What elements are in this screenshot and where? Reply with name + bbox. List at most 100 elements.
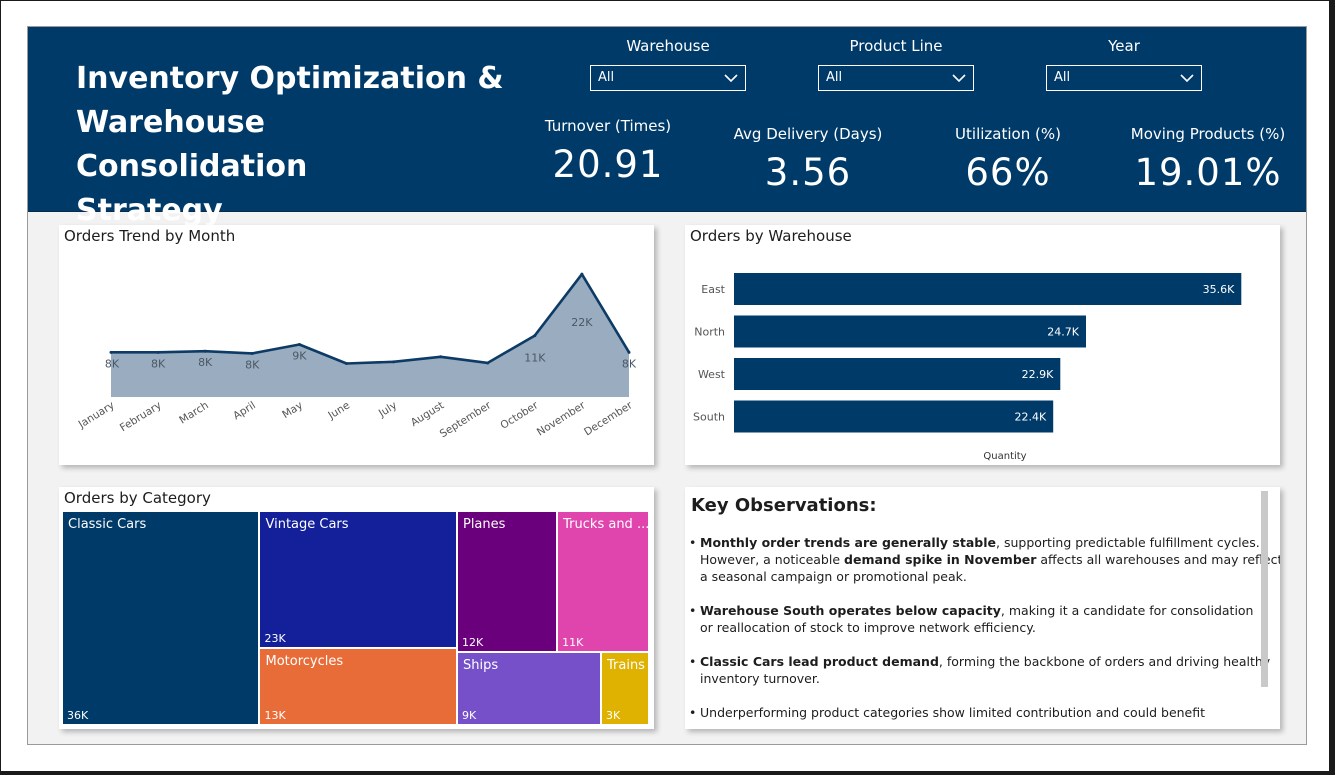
treemap-tile-value: 11K bbox=[562, 635, 584, 649]
trend-point[interactable] bbox=[297, 343, 301, 347]
trend-month-tick: May bbox=[280, 399, 305, 421]
trend-month-tick: February bbox=[118, 399, 164, 434]
treemap-tile[interactable]: Vintage Cars 23K bbox=[260, 512, 456, 647]
treemap-tile-value: 3K bbox=[605, 708, 621, 722]
trend-data-label: 8K bbox=[198, 356, 213, 369]
observation-line: Classic Cars lead product demand, formin… bbox=[700, 654, 1271, 669]
warehouse-bar[interactable] bbox=[734, 358, 1061, 390]
trend-area bbox=[111, 274, 629, 397]
warehouse-bar-label: 22.4K bbox=[1014, 411, 1046, 424]
kpi-utilization: Utilization (%) 66% bbox=[928, 123, 1088, 195]
trend-point[interactable] bbox=[250, 351, 254, 355]
orders-trend-card[interactable]: 8K January 8K February 8K March 8K April 9K May Ju… bbox=[59, 225, 654, 465]
product-line-dropdown[interactable]: All bbox=[818, 65, 974, 91]
warehouse-category-tick: North bbox=[694, 326, 725, 339]
trend-point[interactable] bbox=[439, 355, 443, 359]
trend-month-tick: April bbox=[231, 399, 258, 422]
trend-data-label: 8K bbox=[245, 358, 260, 371]
warehouse-bar[interactable] bbox=[734, 273, 1242, 305]
observation-item: • Warehouse South operates below capacity… bbox=[689, 602, 1255, 636]
treemap-tile-label: Classic Cars bbox=[68, 517, 147, 532]
trend-point[interactable] bbox=[533, 334, 537, 338]
warehouse-dropdown-value: All bbox=[598, 70, 615, 85]
treemap-tile[interactable]: Motorcycles 13K bbox=[260, 648, 456, 724]
trend-data-label: 11K bbox=[524, 352, 546, 365]
treemap-tile[interactable]: Classic Cars 36K bbox=[63, 512, 259, 724]
trend-month-tick: June bbox=[325, 399, 352, 422]
observation-line: Warehouse South operates below capacity,… bbox=[700, 603, 1254, 618]
treemap-tile-label: Trucks and ... bbox=[563, 517, 648, 532]
header-banner: Inventory Optimization & Warehouse Conso… bbox=[28, 27, 1306, 228]
observation-item: • Underperforming product categories show… bbox=[689, 704, 1255, 721]
bullet-icon: • bbox=[689, 603, 697, 618]
trend-month-tick: October bbox=[498, 399, 541, 432]
kpi-turnover: Turnover (Times) 20.91 bbox=[528, 115, 688, 187]
treemap-tile-value: 36K bbox=[67, 709, 89, 722]
treemap-tile[interactable]: Ships 9K bbox=[457, 652, 600, 724]
key-observations-card[interactable]: Key Observations: • Monthly order trends … bbox=[685, 487, 1280, 729]
treemap-tile-label: Motorcycles bbox=[265, 653, 344, 669]
observation-line: However, a noticeable demand spike in No… bbox=[700, 552, 1280, 567]
orders-by-category-card[interactable]: Orders by Category Classic Cars 36K Vintag… bbox=[59, 487, 654, 729]
trend-point[interactable] bbox=[109, 350, 113, 354]
chevron-down-icon bbox=[1180, 74, 1194, 83]
observation-item: • Classic Cars lead product demand, formi… bbox=[689, 653, 1271, 687]
trend-point[interactable] bbox=[392, 360, 396, 364]
orders-by-category-title: Orders by Category bbox=[64, 489, 211, 507]
orders-trend-chart: 8K January 8K February 8K March 8K April 9K May Ju… bbox=[76, 272, 637, 440]
trend-point[interactable] bbox=[344, 362, 348, 365]
key-observations-body: • Monthly order trends are generally stab… bbox=[689, 534, 1280, 729]
kpi-moving-products: Moving Products (%) 19.01% bbox=[1123, 123, 1293, 195]
treemap-tile-label: Trains bbox=[606, 657, 645, 673]
trend-point[interactable] bbox=[156, 350, 160, 354]
treemap-tile[interactable]: Trucks and ... 11K bbox=[558, 512, 648, 651]
page-frame: Inventory Optimization & Warehouse Conso… bbox=[0, 0, 1335, 775]
trend-point[interactable] bbox=[486, 361, 490, 365]
year-slicer: Year All bbox=[1044, 35, 1204, 91]
warehouse-axis-label: Quantity bbox=[983, 451, 1026, 462]
warehouse-category-tick: West bbox=[698, 368, 726, 381]
bullet-icon: • bbox=[689, 654, 697, 669]
kpi-avg-delivery-value: 3.56 bbox=[764, 151, 852, 194]
trend-data-label: 8K bbox=[105, 357, 120, 370]
warehouse-bar-label: 24.7K bbox=[1047, 326, 1079, 339]
kpi-avg-delivery-label: Avg Delivery (Days) bbox=[733, 125, 883, 143]
warehouse-bar[interactable] bbox=[734, 315, 1086, 348]
kpi-utilization-value: 66% bbox=[965, 151, 1051, 194]
chevron-down-icon bbox=[724, 74, 738, 83]
trend-data-label: 8K bbox=[151, 357, 166, 370]
treemap-tile-label: Vintage Cars bbox=[265, 517, 349, 532]
treemap-tile-value: 13K bbox=[264, 708, 286, 722]
trend-month-tick: November bbox=[535, 399, 588, 438]
report-canvas: Inventory Optimization & Warehouse Conso… bbox=[27, 26, 1307, 745]
warehouse-bar[interactable] bbox=[734, 400, 1054, 433]
report-title-line: Warehouse Consolidation bbox=[76, 105, 308, 184]
warehouse-bar-label: 35.6K bbox=[1203, 283, 1235, 296]
orders-by-warehouse-chart: 35.6K East 24.7K North 22.9K West 22.4K South Qu… bbox=[693, 273, 1242, 462]
scrollbar-thumb[interactable] bbox=[1261, 491, 1268, 687]
key-observations-title: Key Observations: bbox=[691, 495, 877, 516]
trend-point[interactable] bbox=[627, 350, 631, 354]
chevron-down-icon bbox=[952, 74, 966, 83]
warehouse-category-tick: South bbox=[693, 411, 725, 424]
product-line-dropdown-value: All bbox=[826, 70, 843, 85]
treemap-tile[interactable]: Trains 3K bbox=[601, 652, 648, 724]
orders-by-warehouse-card[interactable]: 35.6K East 24.7K North 22.9K West 22.4K South Qu… bbox=[685, 225, 1280, 465]
trend-month-tick: January bbox=[76, 399, 117, 431]
treemap-tile-value: 23K bbox=[264, 631, 286, 645]
kpi-utilization-label: Utilization (%) bbox=[955, 125, 1061, 143]
observation-line: Monthly order trends are generally stabl… bbox=[700, 535, 1260, 550]
kpi-avg-delivery: Avg Delivery (Days) 3.56 bbox=[728, 123, 888, 195]
observation-line: or reallocation of stock to improve netw… bbox=[700, 620, 1036, 635]
treemap-tile[interactable]: Planes 12K bbox=[457, 512, 557, 651]
trend-point[interactable] bbox=[580, 272, 584, 276]
year-dropdown[interactable]: All bbox=[1046, 65, 1202, 91]
trend-point[interactable] bbox=[203, 349, 207, 353]
trend-data-label: 8K bbox=[622, 357, 637, 370]
warehouse-dropdown[interactable]: All bbox=[590, 65, 746, 91]
year-slicer-label: Year bbox=[1108, 37, 1140, 55]
kpi-turnover-value: 20.91 bbox=[552, 143, 664, 186]
orders-trend-title: Orders Trend by Month bbox=[64, 227, 236, 245]
trend-data-label: 22K bbox=[571, 316, 593, 329]
bullet-icon: • bbox=[689, 535, 697, 550]
